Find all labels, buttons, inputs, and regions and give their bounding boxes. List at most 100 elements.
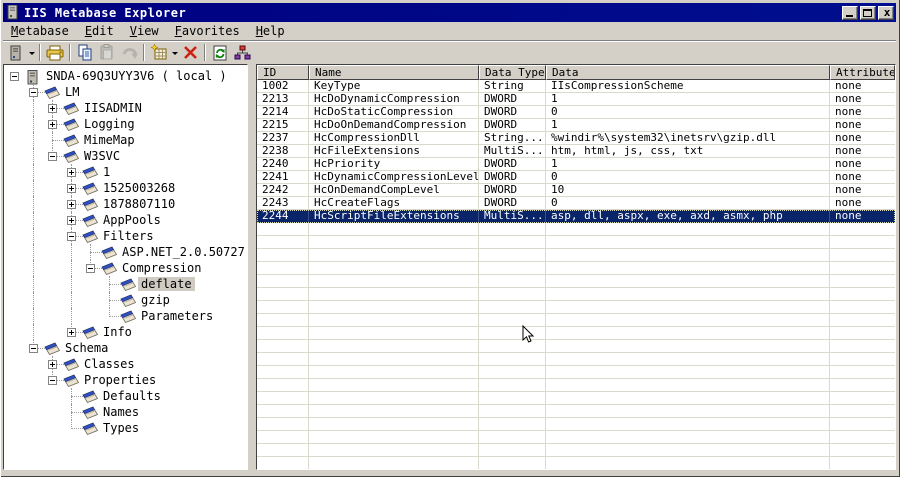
tree-node-1878807110[interactable]: 1878807110 <box>6 196 247 212</box>
menu-help[interactable]: Help <box>248 23 293 40</box>
collapse-icon[interactable] <box>86 264 95 273</box>
tree-node-label[interactable]: AppPools <box>100 213 164 227</box>
title-bar[interactable]: IIS Metabase Explorer x <box>3 3 896 22</box>
cell-type <box>479 262 546 275</box>
tree-node-iisadmin[interactable]: IISADMIN <box>6 100 247 116</box>
column-header-data[interactable]: Data <box>546 65 830 80</box>
tree-node-parameters[interactable]: Parameters <box>6 308 247 324</box>
tree-node-defaults[interactable]: Defaults <box>6 388 247 404</box>
close-button[interactable]: x <box>878 5 894 20</box>
column-header-name[interactable]: Name <box>309 65 479 80</box>
tree-node-label[interactable]: Logging <box>81 117 138 131</box>
collapse-icon[interactable] <box>67 232 76 241</box>
collapse-icon[interactable] <box>29 88 38 97</box>
property-row[interactable]: 2240 HcPriority DWORD 1 none <box>257 158 895 171</box>
column-header-attributes[interactable]: Attributes <box>830 65 895 80</box>
tree-node-w3svc[interactable]: W3SVC <box>6 148 247 164</box>
property-row[interactable]: 2215 HcDoOnDemandCompression DWORD 1 none <box>257 119 895 132</box>
tree-node-label[interactable]: gzip <box>138 293 173 307</box>
tree-node-label[interactable]: 1525003268 <box>100 181 178 195</box>
expand-icon[interactable] <box>48 360 57 369</box>
tree-node-label[interactable]: Filters <box>100 229 157 243</box>
property-row[interactable]: 2243 HcCreateFlags DWORD 0 none <box>257 197 895 210</box>
tree-node-label[interactable]: IISADMIN <box>81 101 145 115</box>
tree-node-classes[interactable]: Classes <box>6 356 247 372</box>
column-header-data-type[interactable]: Data Type <box>479 65 546 80</box>
property-row[interactable]: 2244 HcScriptFileExtensions MultiS... asp, … <box>257 210 895 223</box>
property-row[interactable]: 2214 HcDoStaticCompression DWORD 0 none <box>257 106 895 119</box>
property-row[interactable]: 2242 HcOnDemandCompLevel DWORD 10 none <box>257 184 895 197</box>
tree-node-label[interactable]: Compression <box>119 261 204 275</box>
tree-node-label[interactable]: 1 <box>100 165 113 179</box>
tree-node-label[interactable]: Schema <box>62 341 111 355</box>
tree-guide <box>71 276 72 292</box>
tree-node-label[interactable]: Info <box>100 325 135 339</box>
collapse-icon[interactable] <box>10 72 19 81</box>
tree-node-apppools[interactable]: AppPools <box>6 212 247 228</box>
menu-favorites[interactable]: Favorites <box>167 23 248 40</box>
tree-node-label[interactable]: LM <box>62 85 82 99</box>
tree-node-types[interactable]: Types <box>6 420 247 436</box>
tree-node-snda-69q3uyy3v6-local[interactable]: SNDA-69Q3UYY3V6 ( local ) <box>6 68 247 85</box>
tree-node-label[interactable]: Defaults <box>100 389 164 403</box>
collapse-icon[interactable] <box>29 344 38 353</box>
column-header-id[interactable]: ID <box>257 65 309 80</box>
tree-node-1525003268[interactable]: 1525003268 <box>6 180 247 196</box>
tree-node-mimemap[interactable]: MimeMap <box>6 132 247 148</box>
minimize-button[interactable] <box>842 5 858 20</box>
tree-node-properties[interactable]: Properties <box>6 372 247 388</box>
new-key-button[interactable] <box>148 43 170 63</box>
refresh-button[interactable] <box>209 43 231 63</box>
collapse-icon[interactable] <box>48 152 57 161</box>
tree-node-label[interactable]: Properties <box>81 373 159 387</box>
tree-node-label[interactable]: Types <box>100 421 142 435</box>
copy-button[interactable] <box>74 43 96 63</box>
expand-icon[interactable] <box>67 168 76 177</box>
delete-button[interactable] <box>179 43 201 63</box>
menu-view[interactable]: View <box>122 23 167 40</box>
tree-node-label[interactable]: MimeMap <box>81 133 138 147</box>
cell-id: 2244 <box>257 210 309 223</box>
expand-icon[interactable] <box>67 184 76 193</box>
tree-node-names[interactable]: Names <box>6 404 247 420</box>
expand-icon[interactable] <box>67 216 76 225</box>
print-button[interactable] <box>44 43 66 63</box>
tree-node-schema[interactable]: Schema <box>6 340 247 356</box>
property-row[interactable]: 2241 HcDynamicCompressionLevel DWORD 0 none <box>257 171 895 184</box>
property-row[interactable]: 2238 HcFileExtensions MultiS... htm, html, … <box>257 145 895 158</box>
maximize-button[interactable] <box>860 5 876 20</box>
tree-node-filters[interactable]: Filters <box>6 228 247 244</box>
tree-node-label[interactable]: Parameters <box>138 309 216 323</box>
tree-node-label[interactable]: 1878807110 <box>100 197 178 211</box>
tree-node-deflate[interactable]: deflate <box>6 276 247 292</box>
tree-node-label[interactable]: Names <box>100 405 142 419</box>
menu-edit[interactable]: Edit <box>77 23 122 40</box>
expand-icon[interactable] <box>48 120 57 129</box>
tree-node-asp-net-2-0-50727-0[interactable]: ASP.NET_2.0.50727.0 <box>6 244 247 260</box>
collapse-icon[interactable] <box>48 376 57 385</box>
tree-node-label[interactable]: deflate <box>138 277 195 291</box>
expand-icon[interactable] <box>67 200 76 209</box>
tree-node-lm[interactable]: LM <box>6 84 247 100</box>
tree-node-label[interactable]: Classes <box>81 357 138 371</box>
property-row[interactable]: 2213 HcDoDynamicCompression DWORD 1 none <box>257 93 895 106</box>
tree-node-label[interactable]: SNDA-69Q3UYY3V6 ( local ) <box>43 69 230 83</box>
new-key-button-dropdown[interactable] <box>170 43 179 63</box>
tree-node-label[interactable]: ASP.NET_2.0.50727.0 <box>119 245 247 259</box>
connect-server-button-dropdown[interactable] <box>27 43 36 63</box>
expand-icon[interactable] <box>67 328 76 337</box>
connect-server-button[interactable] <box>5 43 27 63</box>
cell-id <box>257 392 309 405</box>
expand-icon[interactable] <box>48 104 57 113</box>
tree-node-label[interactable]: W3SVC <box>81 149 123 163</box>
property-row[interactable]: 2237 HcCompressionDll String... %windir%\sy… <box>257 132 895 145</box>
tree-node-gzip[interactable]: gzip <box>6 292 247 308</box>
panel-splitter[interactable] <box>248 64 256 470</box>
property-row[interactable]: 1002 KeyType String IIsCompressionScheme non… <box>257 80 895 93</box>
tree-node-info[interactable]: Info <box>6 324 247 340</box>
tree-node-logging[interactable]: Logging <box>6 116 247 132</box>
tree-node-1[interactable]: 1 <box>6 164 247 180</box>
hierarchy-view-button[interactable] <box>231 43 253 63</box>
tree-node-compression[interactable]: Compression <box>6 260 247 276</box>
menu-metabase[interactable]: Metabase <box>3 23 77 40</box>
